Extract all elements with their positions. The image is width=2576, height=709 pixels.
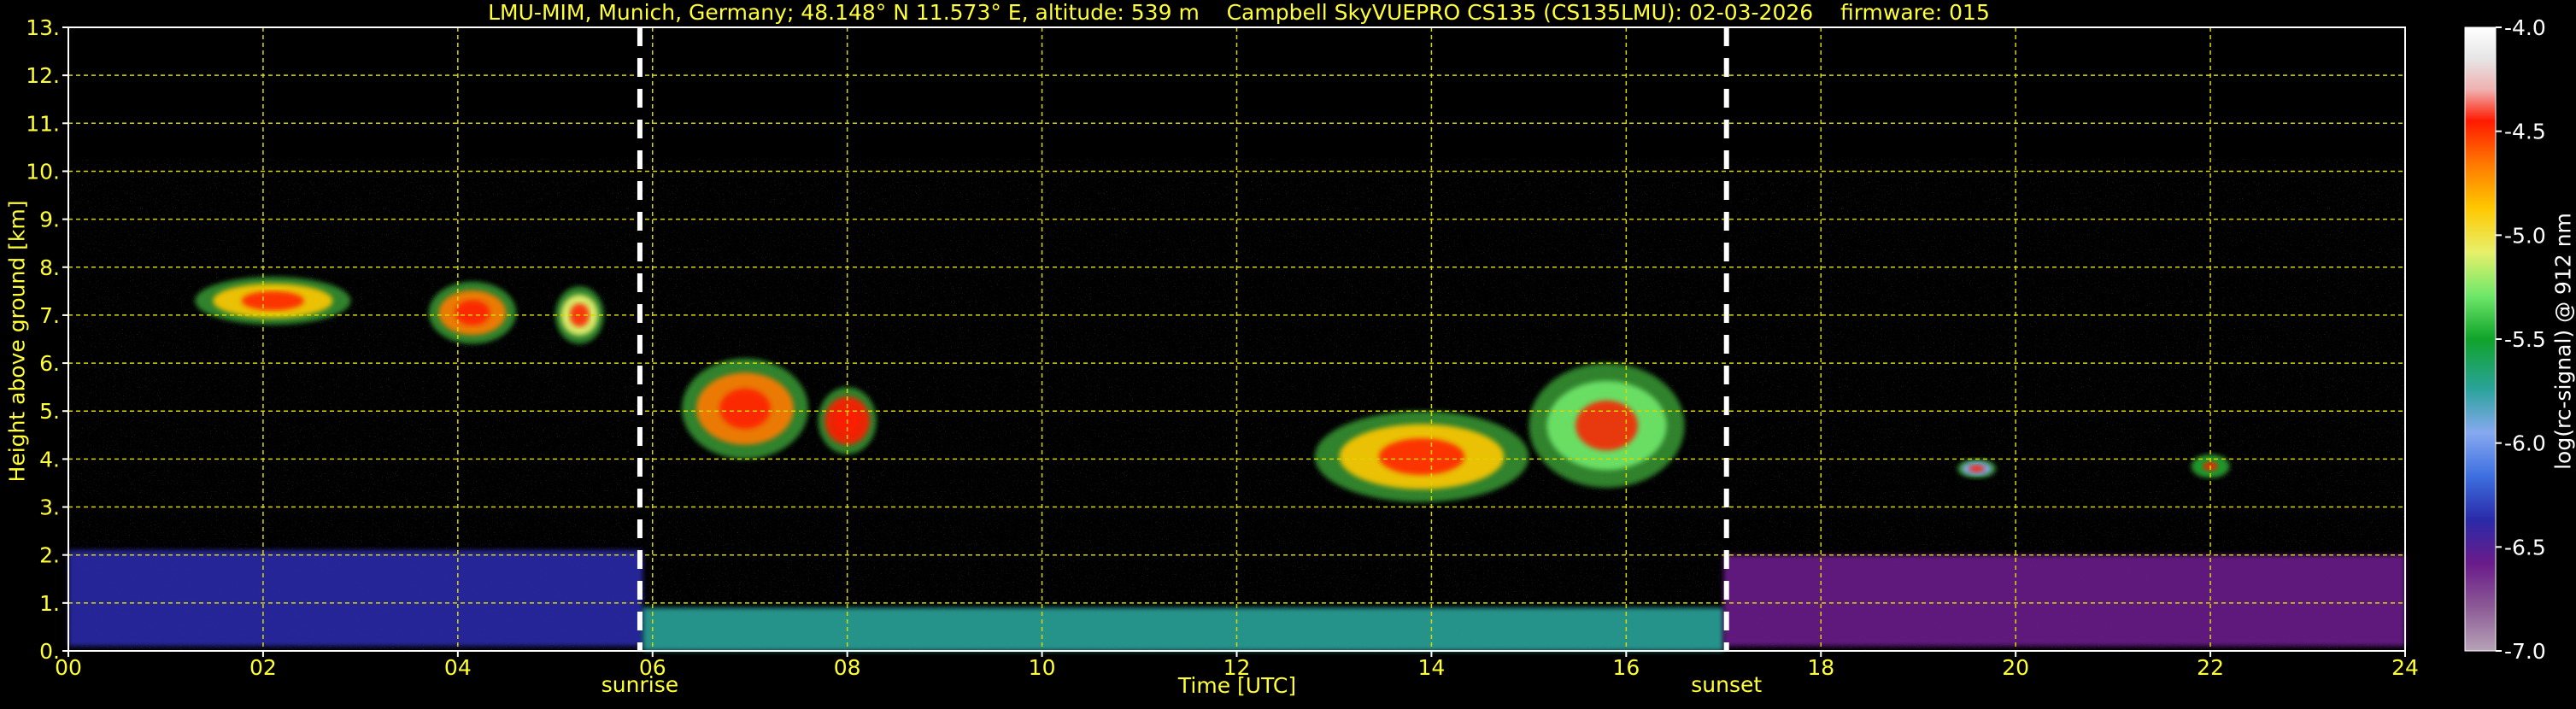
x-tick-label: 04 xyxy=(444,655,472,680)
colorbar-tick-label: -6.5 xyxy=(2504,535,2546,560)
colorbar-tick-label: -4.0 xyxy=(2504,15,2546,40)
chart-title: LMU-MIM, Munich, Germany; 48.148° N 11.5… xyxy=(488,0,1990,25)
y-tick-label: 6. xyxy=(39,351,60,376)
x-tick-label: 16 xyxy=(1612,655,1640,680)
x-tick-label: 14 xyxy=(1418,655,1446,680)
boundary-layer-night-2 xyxy=(1723,554,2405,647)
x-tick-label: 02 xyxy=(249,655,277,680)
colorbar-tick-label: -5.0 xyxy=(2504,223,2546,248)
x-tick-label: 06 xyxy=(639,655,666,680)
colorbar-tick-label: -6.0 xyxy=(2504,431,2546,456)
y-tick-label: 4. xyxy=(39,447,60,472)
chart-svg: sunrise sunset00 02 04 06 08 10 12 14 16 18 20 22 240… xyxy=(26,15,2546,697)
cloud-high-2 xyxy=(428,281,517,344)
sunset-label: sunset xyxy=(1691,672,1762,697)
ceilometer-chart: sunrise sunset 00 02 04 06 08 10 12 14 16 18 20 22 24 0… xyxy=(0,0,2576,706)
colorbar-tick-label: -7.0 xyxy=(2504,639,2546,664)
colorbar xyxy=(2465,27,2496,651)
y-tick-label: 2. xyxy=(39,543,60,568)
colorbar-tick-label: -5.5 xyxy=(2504,327,2546,352)
colorbar-tick-label: -4.5 xyxy=(2504,120,2546,144)
cloud-mid-1 xyxy=(681,358,809,460)
colorbar-label: log(rc-signal) @ 912 nm xyxy=(2550,213,2576,470)
y-tick-label: 0. xyxy=(39,639,60,664)
cloud-high-1 xyxy=(195,277,351,325)
y-tick-label: 7. xyxy=(39,303,60,328)
x-tick-label: 24 xyxy=(2391,655,2419,680)
y-axis-label: Height above ground [km] xyxy=(4,200,30,483)
y-tick-label: 1. xyxy=(39,591,60,616)
y-tick-label: 3. xyxy=(39,495,60,520)
y-tick-label: 11. xyxy=(26,111,60,136)
x-axis-label: Time [UTC] xyxy=(1177,673,1297,698)
y-tick-label: 5. xyxy=(39,399,60,424)
x-tick-label: 08 xyxy=(834,655,861,680)
x-tick-label: 22 xyxy=(2197,655,2224,680)
y-tick-label: 10. xyxy=(26,159,60,184)
boundary-layer-night-1 xyxy=(68,550,643,647)
cloud-low-patch-1 xyxy=(1957,459,1997,478)
x-tick-label: 20 xyxy=(2002,655,2029,680)
boundary-layer-day xyxy=(643,607,1724,651)
cloud-mid-4 xyxy=(1529,363,1685,489)
y-tick-label: 12. xyxy=(26,63,60,88)
cloud-mid-3 xyxy=(1314,411,1529,502)
y-tick-label: 8. xyxy=(39,255,60,280)
x-tick-label: 10 xyxy=(1029,655,1056,680)
y-tick-label: 9. xyxy=(39,208,60,232)
x-tick-label: 18 xyxy=(1807,655,1834,680)
